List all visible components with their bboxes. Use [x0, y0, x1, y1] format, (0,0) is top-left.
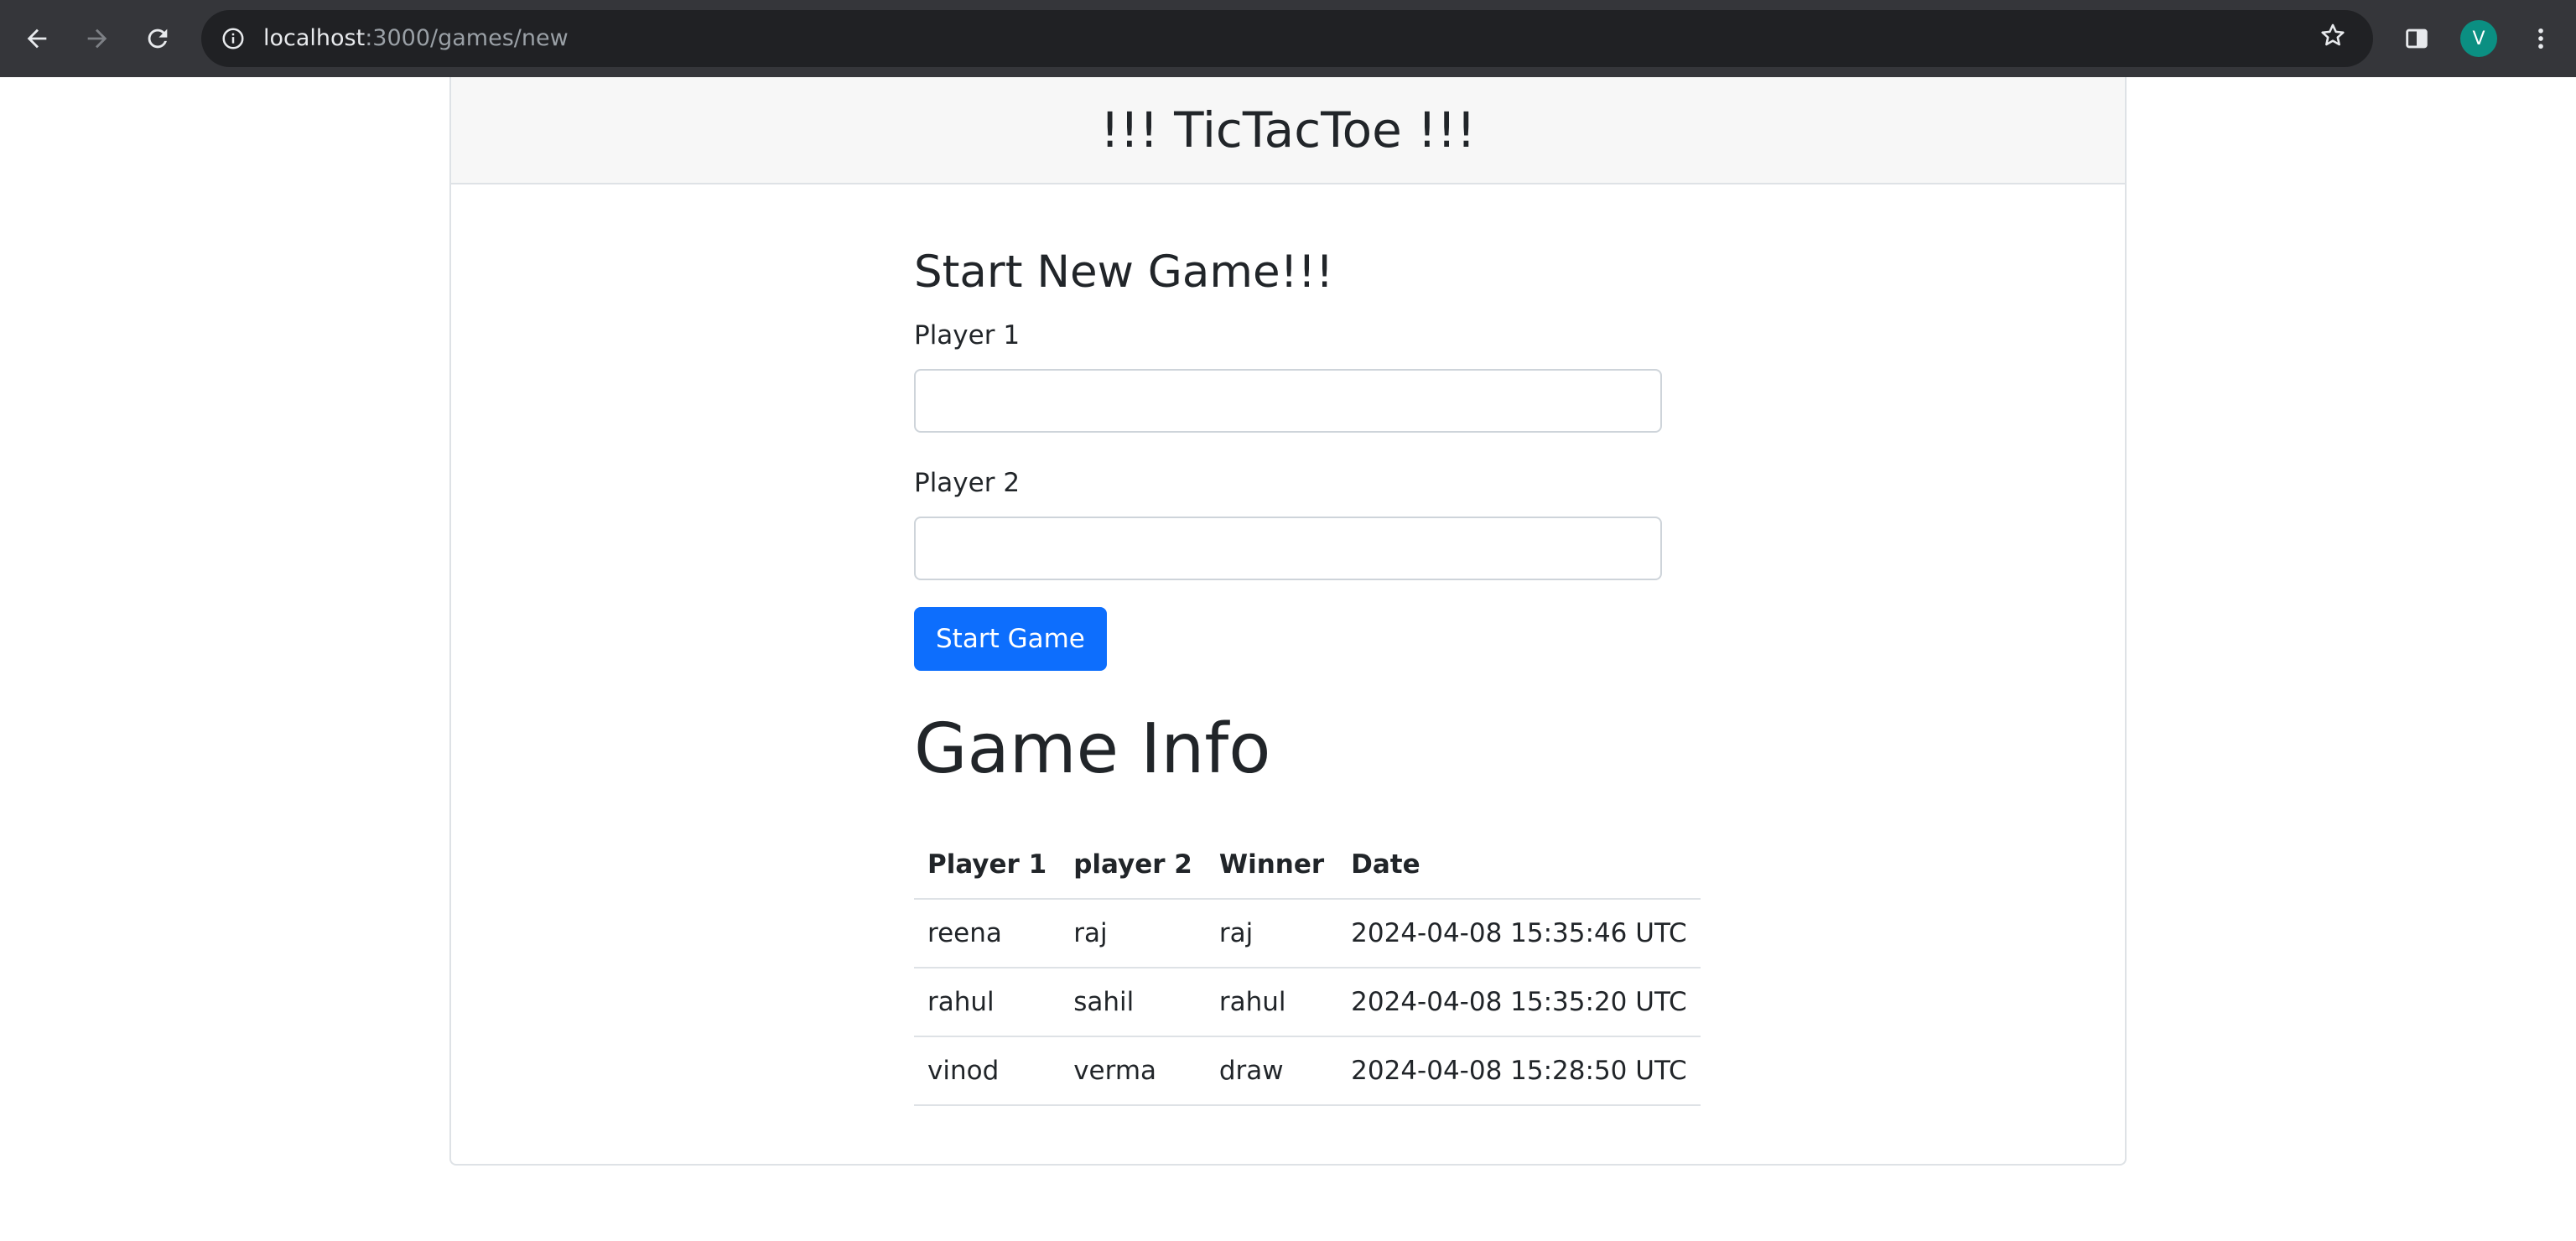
table-row: vinod verma draw 2024-04-08 15:28:50 UTC: [914, 1036, 1701, 1106]
card-header: !!! TicTacToe !!!: [451, 77, 2125, 184]
cell-player1: rahul: [914, 968, 1061, 1037]
column-header-player1: Player 1: [914, 830, 1061, 900]
browser-toolbar: localhost:3000/games/new V: [0, 0, 2576, 77]
reload-icon: [148, 29, 168, 49]
column-header-date: Date: [1337, 830, 1701, 900]
table-row: rahul sahil rahul 2024-04-08 15:35:20 UT…: [914, 968, 1701, 1037]
cell-winner: raj: [1205, 899, 1338, 968]
player2-label: Player 2: [914, 468, 1021, 498]
cell-player2: verma: [1060, 1036, 1206, 1106]
player1-label: Player 1: [914, 320, 1021, 350]
forward-button[interactable]: [74, 15, 121, 62]
site-info-icon[interactable]: [215, 20, 252, 57]
cell-player1: vinod: [914, 1036, 1061, 1106]
cell-date: 2024-04-08 15:35:46 UTC: [1337, 899, 1701, 968]
cell-player1: reena: [914, 899, 1061, 968]
game-info-title: Game Info: [914, 709, 1271, 789]
content-area: Start New Game!!! Player 1 Player 2 Star…: [914, 245, 1701, 1106]
table-row: reena raj raj 2024-04-08 15:35:46 UTC: [914, 899, 1701, 968]
profile-avatar[interactable]: V: [2460, 20, 2497, 57]
player1-input[interactable]: [914, 369, 1662, 433]
column-header-player2: player 2: [1060, 830, 1206, 900]
back-button[interactable]: [13, 15, 60, 62]
table-header-row: Player 1 player 2 Winner Date: [914, 830, 1701, 900]
bookmark-star-button[interactable]: [2309, 12, 2356, 59]
arrow-right-icon: [87, 29, 107, 49]
reload-button[interactable]: [134, 15, 181, 62]
cell-date: 2024-04-08 15:35:20 UTC: [1337, 968, 1701, 1037]
url-text[interactable]: localhost:3000/games/new: [263, 10, 569, 67]
cell-winner: rahul: [1205, 968, 1338, 1037]
start-game-button[interactable]: Start Game: [914, 607, 1107, 671]
cell-player2: raj: [1060, 899, 1206, 968]
column-header-winner: Winner: [1205, 830, 1338, 900]
page-title: !!! TicTacToe !!!: [1099, 101, 1477, 158]
player2-input[interactable]: [914, 517, 1662, 580]
url-path: :3000/games/new: [365, 25, 569, 51]
cell-date: 2024-04-08 15:28:50 UTC: [1337, 1036, 1701, 1106]
cell-player2: sahil: [1060, 968, 1206, 1037]
address-bar[interactable]: localhost:3000/games/new: [201, 10, 2373, 67]
new-game-form: Start New Game!!! Player 1 Player 2 Star…: [914, 245, 1662, 671]
game-info-table: Player 1 player 2 Winner Date reena raj …: [914, 830, 1701, 1106]
side-panel-button[interactable]: [2393, 15, 2440, 62]
form-title: Start New Game!!!: [914, 247, 1334, 298]
arrow-left-icon: [27, 29, 47, 49]
more-vert-icon: [2538, 28, 2543, 49]
browser-menu-button[interactable]: [2517, 15, 2564, 62]
side-panel-icon: [2406, 29, 2428, 49]
main-card: !!! TicTacToe !!! Start New Game!!! Play…: [449, 77, 2127, 1166]
star-icon: [2321, 23, 2345, 46]
url-host: localhost: [263, 25, 366, 51]
cell-winner: draw: [1205, 1036, 1338, 1106]
